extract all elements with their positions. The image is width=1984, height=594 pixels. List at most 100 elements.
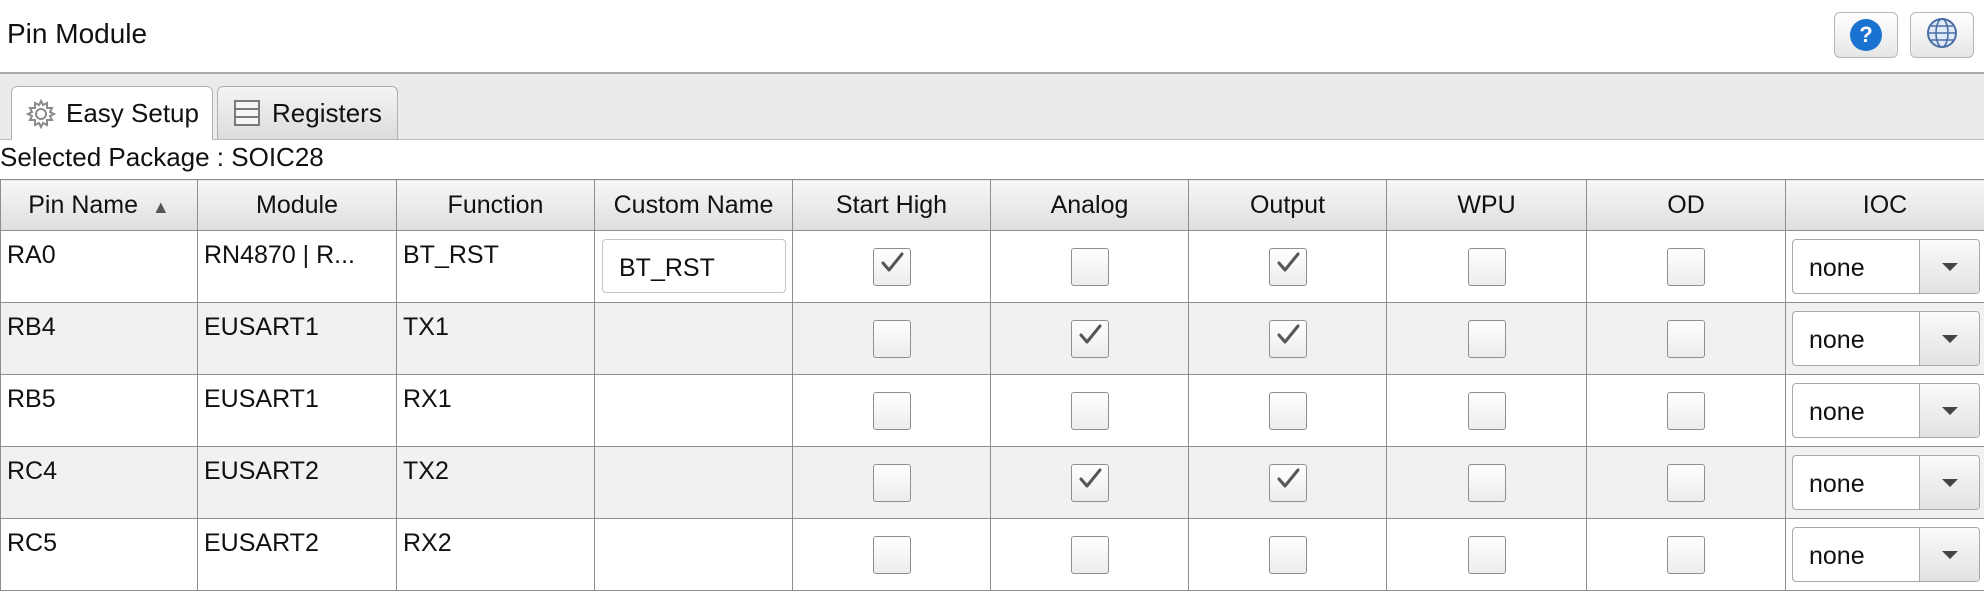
column-header-module[interactable]: Module: [197, 179, 397, 231]
output-checkbox[interactable]: [1268, 463, 1307, 502]
ioc-dropdown[interactable]: none: [1792, 527, 1980, 582]
od-checkbox[interactable]: [1667, 463, 1705, 502]
cell-custom-name[interactable]: BT_RST: [594, 230, 793, 303]
check-icon: [877, 248, 907, 285]
cell-pin-name: RA0: [0, 230, 198, 303]
cell-pin-name: RC5: [0, 518, 198, 591]
output-checkbox[interactable]: [1268, 247, 1307, 286]
globe-button[interactable]: [1910, 12, 1974, 58]
cell-ioc: none: [1785, 302, 1984, 375]
column-header-start-high[interactable]: Start High: [792, 179, 991, 231]
cell-module: EUSART2: [197, 446, 397, 519]
analog-checkbox[interactable]: [1070, 535, 1109, 574]
selected-package-label: Selected Package : SOIC28: [0, 142, 324, 172]
check-icon: [1273, 320, 1303, 357]
cell-function: RX2: [396, 518, 595, 591]
table-row[interactable]: RC4 EUSART2 TX2 none: [0, 446, 1984, 519]
wpu-checkbox[interactable]: [1467, 535, 1506, 574]
cell-module: EUSART1: [197, 302, 397, 375]
cell-od: [1586, 446, 1786, 519]
column-header-pin-name[interactable]: Pin Name ▲: [0, 179, 198, 231]
cell-pin-name: RB4: [0, 302, 198, 375]
custom-name-input[interactable]: BT_RST: [602, 239, 786, 293]
analog-checkbox[interactable]: [1070, 319, 1109, 358]
output-checkbox[interactable]: [1268, 319, 1307, 358]
wpu-checkbox[interactable]: [1467, 391, 1506, 430]
column-header-wpu[interactable]: WPU: [1386, 179, 1587, 231]
cell-ioc: none: [1785, 230, 1984, 303]
cell-od: [1586, 374, 1786, 447]
cell-output: [1188, 230, 1387, 303]
cell-output: [1188, 302, 1387, 375]
cell-wpu: [1386, 374, 1587, 447]
analog-checkbox[interactable]: [1070, 247, 1109, 286]
chevron-down-icon[interactable]: [1919, 528, 1979, 581]
start-high-checkbox[interactable]: [872, 391, 911, 430]
cell-output: [1188, 374, 1387, 447]
chevron-down-icon[interactable]: [1919, 312, 1979, 365]
ioc-value: none: [1809, 398, 1865, 426]
table-row[interactable]: RB4 EUSART1 TX1 none: [0, 302, 1984, 375]
wpu-checkbox[interactable]: [1467, 319, 1506, 358]
cell-analog: [990, 230, 1189, 303]
cell-function: RX1: [396, 374, 595, 447]
start-high-checkbox[interactable]: [872, 247, 911, 286]
ioc-dropdown[interactable]: none: [1792, 239, 1980, 294]
cell-analog: [990, 518, 1189, 591]
column-header-custom-name[interactable]: Custom Name: [594, 179, 793, 231]
column-header-function[interactable]: Function: [396, 179, 595, 231]
ioc-value: none: [1809, 470, 1865, 498]
cell-function: TX2: [396, 446, 595, 519]
cell-custom-name[interactable]: [594, 518, 793, 591]
od-checkbox[interactable]: [1667, 535, 1705, 574]
output-checkbox[interactable]: [1268, 391, 1307, 430]
output-checkbox[interactable]: [1268, 535, 1307, 574]
column-header-output[interactable]: Output: [1188, 179, 1387, 231]
od-checkbox[interactable]: [1667, 319, 1705, 358]
chevron-down-icon[interactable]: [1919, 456, 1979, 509]
analog-checkbox[interactable]: [1070, 463, 1109, 502]
column-header-ioc[interactable]: IOC: [1785, 179, 1984, 231]
table-row[interactable]: RA0 RN4870 | R... BT_RST BT_RST none: [0, 230, 1984, 303]
chevron-down-icon[interactable]: [1919, 384, 1979, 437]
tab-bar: Easy Setup Registers: [0, 74, 1984, 140]
check-icon: [1075, 320, 1105, 357]
chevron-down-icon[interactable]: [1919, 240, 1979, 293]
cell-start-high: [792, 518, 991, 591]
ioc-value: none: [1809, 254, 1865, 282]
cell-analog: [990, 374, 1189, 447]
table-row[interactable]: RB5 EUSART1 RX1 none: [0, 374, 1984, 447]
wpu-checkbox[interactable]: [1467, 463, 1506, 502]
start-high-checkbox[interactable]: [872, 535, 911, 574]
cell-od: [1586, 518, 1786, 591]
gear-icon: [24, 97, 58, 131]
cell-function: TX1: [396, 302, 595, 375]
od-checkbox[interactable]: [1667, 247, 1705, 286]
start-high-checkbox[interactable]: [872, 319, 911, 358]
page-title: Pin Module: [7, 18, 148, 49]
ioc-value: none: [1809, 542, 1865, 570]
table-header: Pin Name ▲ Module Function Custom Name S…: [0, 179, 1984, 231]
od-checkbox[interactable]: [1667, 391, 1705, 430]
table-row[interactable]: RC5 EUSART2 RX2 none: [0, 518, 1984, 591]
ioc-value: none: [1809, 326, 1865, 354]
tab-registers[interactable]: Registers: [217, 86, 398, 139]
cell-pin-name: RC4: [0, 446, 198, 519]
start-high-checkbox[interactable]: [872, 463, 911, 502]
cell-custom-name[interactable]: [594, 302, 793, 375]
analog-checkbox[interactable]: [1070, 391, 1109, 430]
registers-icon: [230, 96, 264, 130]
ioc-dropdown[interactable]: none: [1792, 455, 1980, 510]
cell-custom-name[interactable]: [594, 374, 793, 447]
cell-wpu: [1386, 302, 1587, 375]
column-header-analog[interactable]: Analog: [990, 179, 1189, 231]
cell-wpu: [1386, 446, 1587, 519]
ioc-dropdown[interactable]: none: [1792, 383, 1980, 438]
ioc-dropdown[interactable]: none: [1792, 311, 1980, 366]
cell-custom-name[interactable]: [594, 446, 793, 519]
cell-module: EUSART2: [197, 518, 397, 591]
help-button[interactable]: ?: [1834, 12, 1898, 58]
wpu-checkbox[interactable]: [1467, 247, 1506, 286]
tab-easy-setup[interactable]: Easy Setup: [11, 86, 213, 140]
column-header-od[interactable]: OD: [1586, 179, 1786, 231]
